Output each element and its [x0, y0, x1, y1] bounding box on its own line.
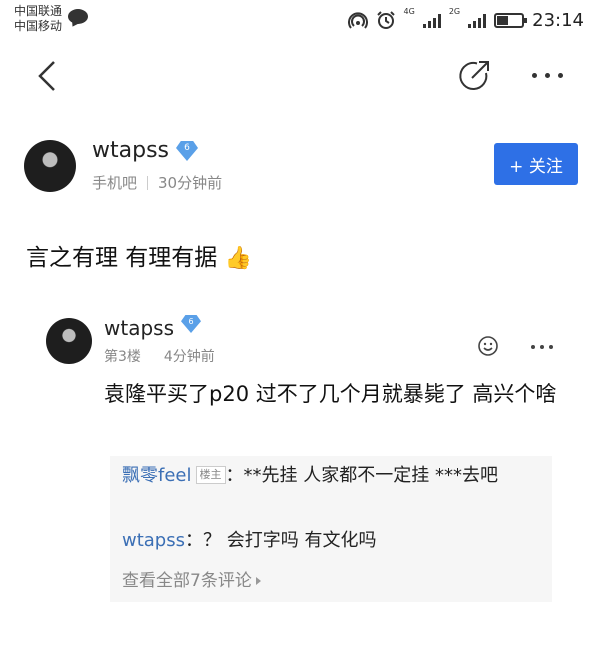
list-item[interactable]: wtapss：？ 会打字吗 有文化吗	[122, 528, 376, 554]
reply-floor: 第3楼	[104, 349, 141, 365]
status-bar: 中国联通 中国移动 4G 2G 23:14	[0, 0, 600, 40]
reply-avatar[interactable]	[46, 318, 92, 364]
nav-bar	[0, 46, 600, 106]
post-meta: 手机吧 30分钟前	[92, 172, 222, 193]
follow-button[interactable]: + 关注	[494, 143, 578, 185]
carrier-2: 中国移动	[14, 19, 63, 33]
chevron-right-icon	[255, 577, 261, 585]
avatar[interactable]	[24, 140, 76, 192]
post-time: 30分钟前	[158, 174, 223, 192]
reply-meta: 第3楼 4分钟前	[104, 346, 215, 366]
sub-comment-separator: ：	[225, 465, 244, 486]
hotspot-icon	[347, 12, 368, 29]
post-source[interactable]: 手机吧	[92, 174, 137, 192]
share-icon[interactable]	[456, 58, 492, 94]
back-icon[interactable]	[34, 60, 60, 92]
list-item[interactable]: 飘零feel 楼主 ：**先挂 人家都不一定挂 ***去吧	[122, 462, 548, 490]
sub-comments: 飘零feel 楼主 ：**先挂 人家都不一定挂 ***去吧 wtapss：？ 会打字…	[110, 456, 552, 602]
sub-comment-text: ？ 会打字吗 有文化吗	[203, 530, 377, 551]
view-all-comments-link[interactable]: 查看全部7条评论	[122, 566, 261, 591]
sub-comment-author[interactable]: wtapss	[122, 530, 185, 551]
signal-strength-1-icon	[422, 12, 441, 28]
level-badge-icon: 6	[176, 141, 198, 161]
sub-comment-author[interactable]: 飘零feel	[122, 465, 192, 486]
sub-comment-text: **先挂 人家都不一定挂 ***去吧	[243, 465, 498, 486]
more-icon[interactable]	[532, 70, 572, 82]
carrier-info: 中国联通 中国移动	[14, 4, 62, 34]
network-type-1: 4G	[403, 7, 415, 16]
sub-comment-separator: ：	[185, 530, 203, 551]
network-type-2: 2G	[448, 7, 461, 16]
thumbs-up-icon: 👍	[224, 246, 253, 271]
post-content-text: 言之有理 有理有据	[26, 245, 218, 271]
reply-time: 4分钟前	[163, 349, 215, 365]
emoji-reaction-icon[interactable]	[476, 334, 500, 358]
op-badge: 楼主	[195, 466, 226, 484]
carrier-1: 中国联通	[14, 4, 63, 18]
clock: 23:14	[532, 9, 584, 31]
post-content: 言之有理 有理有据 👍	[26, 238, 252, 272]
signal-strength-2-icon	[468, 12, 487, 28]
post-username[interactable]: wtapss	[92, 138, 169, 163]
reply-more-icon[interactable]	[531, 345, 553, 349]
message-notification-icon	[68, 9, 88, 24]
meta-divider	[147, 176, 149, 190]
battery-icon	[494, 12, 528, 28]
view-all-label: 查看全部7条评论	[122, 571, 252, 591]
reply-username[interactable]: wtapss	[104, 316, 174, 340]
reply-content: 袁隆平买了p20 过不了几个月就暴毙了 高兴个啥	[104, 382, 557, 406]
reply-level-badge-icon: 6	[181, 315, 201, 333]
status-icons: 4G 2G 23:14	[347, 7, 584, 32]
alarm-icon	[376, 11, 395, 29]
